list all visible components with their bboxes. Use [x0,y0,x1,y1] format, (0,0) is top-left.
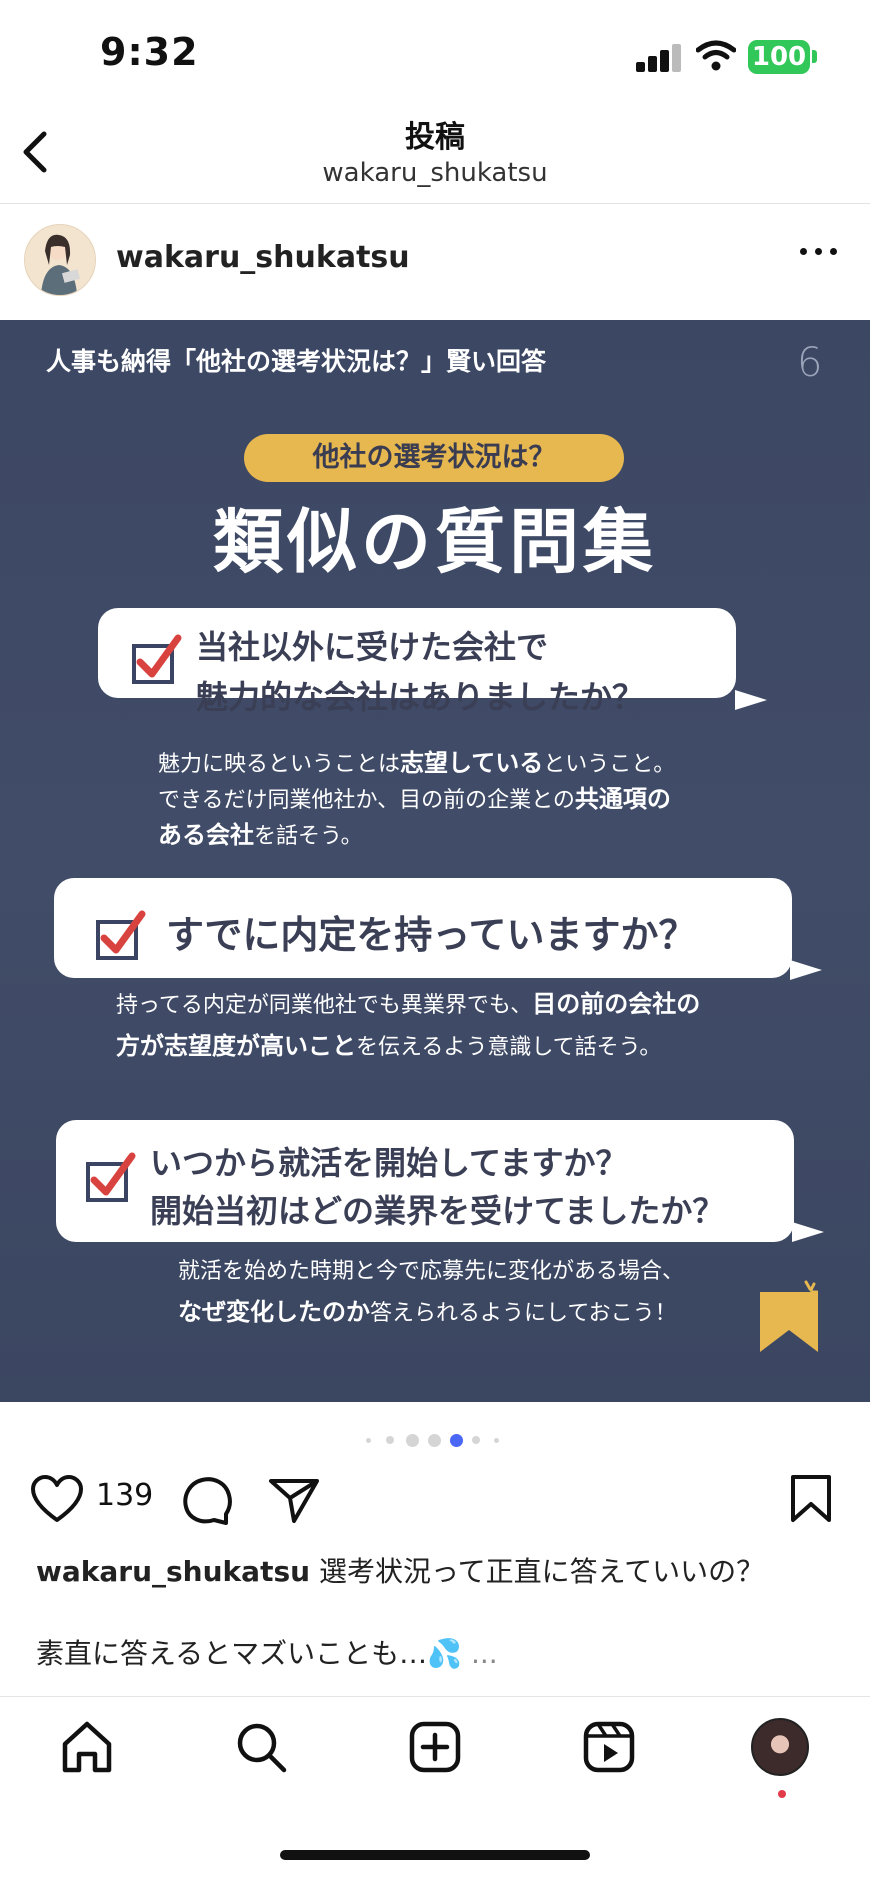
caption-line-2: 素直に答えるとマズいことも…💦 [36,1637,463,1670]
note-1-bold: ある会社 [158,821,254,849]
header-divider [0,203,870,204]
question-1-line-2: 魅力的な会社はありましたか？ [196,678,645,716]
home-icon[interactable] [60,1720,114,1774]
avatar-illustration-icon [41,234,81,295]
note-3-bold: なぜ変化したのか [178,1298,370,1326]
more-options-icon[interactable] [800,246,840,258]
carousel-dot [406,1434,419,1447]
caption-text: 選考状況って正直に答えていいの？ [318,1555,765,1588]
note-2-text: を伝えるよう意識して話そう。 [356,1035,662,1060]
note-3: 就活を始めた時期と今で応募先に変化がある場合、 なぜ変化したのか答えられるように… [178,1252,684,1334]
checkbox-icon [96,910,146,960]
caption: wakaru_shukatsu 選考状況って正直に答えていいの？ [36,1550,764,1590]
carousel-dot [472,1436,480,1444]
cellular-signal-icon [636,44,682,72]
carousel-dot [386,1436,394,1444]
note-1-bold: 志望している [400,749,544,777]
status-time: 9:32 [100,30,199,74]
note-2-bold: 方が志望度が高いこと [116,1032,356,1060]
battery-indicator: 100 [748,40,810,74]
note-1-text: 魅力に映るということは [158,752,401,777]
note-2-bold: 目の前の会社の [532,990,701,1018]
note-1-text: を話そう。 [254,824,363,849]
question-2-line-1: すでに内定を持っていますか？ [166,913,697,957]
note-2-text: 持ってる内定が同業他社でも異業界でも、 [116,993,533,1018]
speech-tail [792,1222,824,1242]
bookmark-decoration-icon [760,1280,818,1352]
slide-header: 人事も納得「他社の選考状況は？」賢い回答 [46,347,547,376]
speech-tail [790,960,822,980]
carousel-dot [428,1434,441,1447]
speech-tail [735,690,767,710]
slide-title: 類似の質問集 [213,501,657,583]
caption-second-line: 素直に答えるとマズいことも…💦 ... [36,1632,498,1672]
comment-icon[interactable] [180,1474,232,1526]
tab-bar-border [0,1696,870,1697]
carousel-dot-active [450,1434,463,1447]
note-1-text: できるだけ同業他社か、目の前の企業との [158,788,575,813]
question-3-line-2: 開始当初はどの業界を受けてましたか？ [150,1192,725,1230]
avatar[interactable] [24,224,96,296]
note-1: 魅力に映るということは志望しているということ。 できるだけ同業他社か、目の前の企… [158,746,675,854]
note-3-text: 就活を始めた時期と今で応募先に変化がある場合、 [178,1259,685,1284]
create-post-icon[interactable] [408,1720,462,1774]
search-icon[interactable] [234,1720,288,1774]
profile-avatar-tab[interactable] [751,1718,809,1776]
carousel-indicator [364,1432,504,1448]
question-1-line-1: 当社以外に受けた会社で [196,628,549,666]
battery-tip [812,50,817,63]
note-1-bold: 共通項の [574,785,671,813]
page-title: 投稿 [405,120,465,155]
caption-more-link[interactable]: ... [471,1637,498,1670]
note-1-text: ということ。 [543,752,676,777]
question-3-line-1: いつから就活を開始してますか？ [150,1144,628,1182]
reels-icon[interactable] [582,1720,636,1774]
home-indicator [280,1850,590,1860]
note-3-text: 答えられるようにしておこう！ [370,1301,677,1326]
share-send-icon[interactable] [268,1476,320,1524]
slide-pill-label: 他社の選考状況は？ [244,434,624,482]
post-username[interactable]: wakaru_shukatsu [116,240,410,275]
notification-dot [778,1790,786,1798]
carousel-dot [494,1438,499,1443]
checkbox-icon [132,634,182,684]
note-2: 持ってる内定が同業他社でも異業界でも、目の前の会社の 方が志望度が高いことを伝え… [116,984,700,1068]
caption-username[interactable]: wakaru_shukatsu [36,1555,310,1588]
page-subtitle[interactable]: wakaru_shukatsu [0,158,870,188]
like-heart-icon[interactable] [30,1474,84,1524]
carousel-dot [366,1438,371,1443]
wifi-icon [696,40,736,71]
slide-page-number: 6 [797,340,823,386]
checkbox-icon [86,1152,136,1202]
save-bookmark-icon[interactable] [790,1474,832,1524]
post-slide-image[interactable]: 人事も納得「他社の選考状況は？」賢い回答 6 他社の選考状況は？ 類似の質問集 … [0,320,870,1402]
like-count[interactable]: 139 [96,1478,153,1513]
